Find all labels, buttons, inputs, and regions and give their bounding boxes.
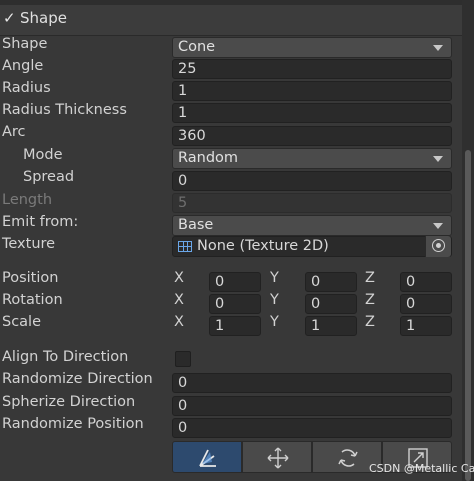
position-label: Position xyxy=(2,270,59,286)
radius-input[interactable]: 1 xyxy=(172,81,452,101)
position-z-label: Z xyxy=(365,270,375,286)
angle-label: Angle xyxy=(2,58,44,74)
align-to-direction-checkbox[interactable] xyxy=(175,351,191,367)
randomize-direction-input[interactable]: 0 xyxy=(172,373,452,393)
edit-shape-button[interactable] xyxy=(172,441,242,473)
module-title: Shape xyxy=(20,9,67,27)
scale-z-input[interactable]: 1 xyxy=(400,316,452,336)
rotate-icon xyxy=(338,449,358,467)
emit-from-dropdown-value: Base xyxy=(178,217,214,233)
shape-dropdown[interactable]: Cone xyxy=(172,37,452,58)
vertical-scrollbar[interactable] xyxy=(462,0,474,481)
scale-label: Scale xyxy=(2,314,42,330)
shape-module-header[interactable]: ✓ Shape xyxy=(0,0,462,36)
align-to-direction-label: Align To Direction xyxy=(2,349,129,365)
length-label: Length xyxy=(2,192,53,208)
spherize-direction-input[interactable]: 0 xyxy=(172,396,452,416)
texture-2d-icon xyxy=(178,241,192,252)
rotation-x-label: X xyxy=(174,292,184,308)
shape-dropdown-value: Cone xyxy=(178,39,216,55)
object-picker-icon-dot xyxy=(436,243,441,248)
chevron-down-icon xyxy=(433,156,443,162)
rotation-z-label: Z xyxy=(365,292,375,308)
texture-label: Texture xyxy=(2,236,56,252)
rotation-z-input[interactable]: 0 xyxy=(400,294,452,314)
rotation-y-input[interactable]: 0 xyxy=(305,294,357,314)
move-icon xyxy=(267,447,289,469)
chevron-down-icon xyxy=(433,45,443,51)
scale-x-label: X xyxy=(174,314,184,330)
scale-z-label: Z xyxy=(365,314,375,330)
chevron-down-icon xyxy=(433,223,443,229)
angle-input[interactable]: 25 xyxy=(172,59,452,79)
module-enabled-checkmark-icon[interactable]: ✓ xyxy=(3,11,17,26)
texture-object-field[interactable]: None (Texture 2D) xyxy=(172,236,452,257)
arc-label: Arc xyxy=(2,124,26,140)
spread-label: Spread xyxy=(23,169,75,185)
emit-from-label: Emit from: xyxy=(2,214,79,230)
rotation-y-label: Y xyxy=(270,292,279,308)
position-x-label: X xyxy=(174,270,184,286)
scale-y-input[interactable]: 1 xyxy=(305,316,357,336)
shape-label: Shape xyxy=(2,36,48,52)
mode-label: Mode xyxy=(23,147,63,163)
position-x-input[interactable]: 0 xyxy=(209,272,261,292)
position-y-label: Y xyxy=(270,270,279,286)
randomize-direction-label: Randomize Direction xyxy=(2,371,153,387)
watermark: CSDN @Metallic Cat xyxy=(369,462,474,475)
position-y-input[interactable]: 0 xyxy=(305,272,357,292)
spherize-direction-label: Spherize Direction xyxy=(2,394,136,410)
radius-label: Radius xyxy=(2,80,51,96)
mode-dropdown-value: Random xyxy=(178,150,239,166)
shape-module-panel: ✓ Shape Shape Cone Angle 25 Radius 1 Rad… xyxy=(0,0,474,481)
randomize-position-label: Randomize Position xyxy=(2,416,144,432)
randomize-position-input[interactable]: 0 xyxy=(172,418,452,438)
radius-thickness-input[interactable]: 1 xyxy=(172,103,452,123)
position-z-input[interactable]: 0 xyxy=(400,272,452,292)
arc-input[interactable]: 360 xyxy=(172,126,452,146)
mode-dropdown[interactable]: Random xyxy=(172,148,452,169)
object-picker-button[interactable] xyxy=(425,236,451,257)
emit-from-dropdown[interactable]: Base xyxy=(172,215,452,236)
texture-value: None (Texture 2D) xyxy=(197,238,329,254)
scale-y-label: Y xyxy=(270,314,279,330)
rotation-label: Rotation xyxy=(2,292,63,308)
scale-x-input[interactable]: 1 xyxy=(209,316,261,336)
rotation-x-input[interactable]: 0 xyxy=(209,294,261,314)
scrollbar-thumb[interactable] xyxy=(465,150,471,481)
length-input: 5 xyxy=(172,193,452,213)
header-top-divider xyxy=(0,0,462,5)
radius-thickness-label: Radius Thickness xyxy=(2,102,127,118)
move-shape-button[interactable] xyxy=(242,441,312,473)
spread-input[interactable]: 0 xyxy=(172,171,452,191)
edit-shape-icon xyxy=(199,449,216,467)
